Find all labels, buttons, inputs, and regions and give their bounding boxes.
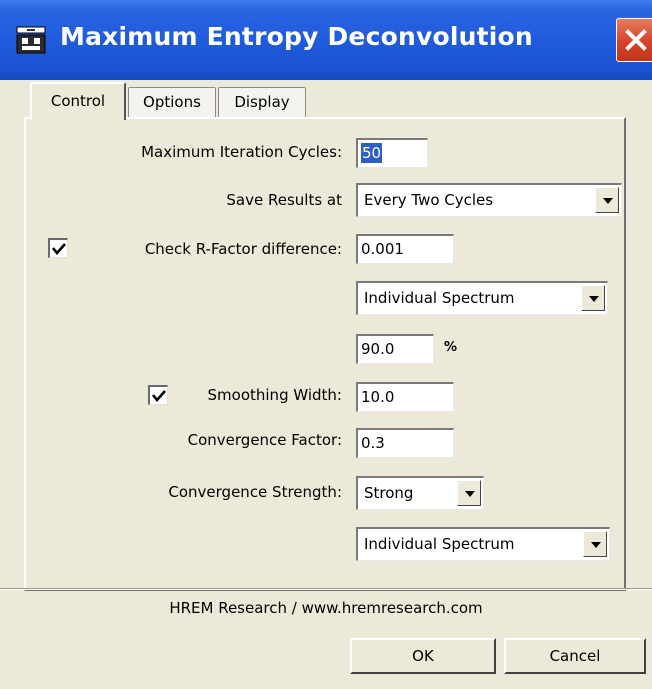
close-button[interactable]	[616, 18, 652, 62]
tab-control[interactable]: Control	[30, 82, 126, 120]
window-title: Maximum Entropy Deconvolution	[60, 22, 533, 51]
percent-unit: %	[444, 340, 458, 355]
smoothing-label: Smoothing Width:	[207, 386, 342, 404]
title-bar: Maximum Entropy Deconvolution	[0, 0, 652, 80]
credit-text: HREM Research / www.hremresearch.com	[169, 599, 483, 617]
chevron-down-icon[interactable]	[595, 187, 619, 213]
rfactor-label: Check R-Factor difference:	[144, 240, 342, 258]
convergence-strength-value: Strong	[364, 484, 414, 502]
convergence-factor-input[interactable]: 0.3	[356, 428, 454, 458]
max-iteration-input[interactable]: 50	[356, 138, 428, 168]
chevron-down-icon[interactable]	[581, 285, 605, 311]
max-iteration-label: Maximum Iteration Cycles:	[141, 143, 342, 161]
divider	[0, 588, 652, 590]
ok-button[interactable]: OK	[350, 638, 496, 674]
convergence-mode-dropdown[interactable]: Individual Spectrum	[356, 527, 610, 561]
rfactor-mode-value: Individual Spectrum	[364, 289, 515, 307]
smoothing-input[interactable]: 10.0	[356, 382, 454, 412]
cancel-button[interactable]: Cancel	[504, 638, 646, 674]
rfactor-mode-dropdown[interactable]: Individual Spectrum	[356, 281, 608, 315]
convergence-mode-value: Individual Spectrum	[364, 535, 515, 553]
percent-input[interactable]: 90.0	[356, 334, 434, 364]
tab-display[interactable]: Display	[218, 87, 306, 117]
tab-options[interactable]: Options	[128, 87, 216, 117]
max-iteration-value: 50	[361, 143, 383, 163]
chevron-down-icon[interactable]	[583, 531, 607, 557]
app-icon	[14, 25, 48, 55]
rfactor-checkbox[interactable]	[48, 238, 68, 258]
save-results-value: Every Two Cycles	[364, 191, 494, 209]
convergence-strength-label: Convergence Strength:	[168, 483, 342, 501]
convergence-factor-label: Convergence Factor:	[187, 431, 342, 449]
save-results-dropdown[interactable]: Every Two Cycles	[356, 183, 622, 217]
save-results-label: Save Results at	[226, 191, 342, 209]
rfactor-input[interactable]: 0.001	[356, 234, 454, 264]
smoothing-checkbox[interactable]	[148, 385, 168, 405]
convergence-strength-dropdown[interactable]: Strong	[356, 476, 484, 510]
chevron-down-icon[interactable]	[457, 480, 481, 506]
